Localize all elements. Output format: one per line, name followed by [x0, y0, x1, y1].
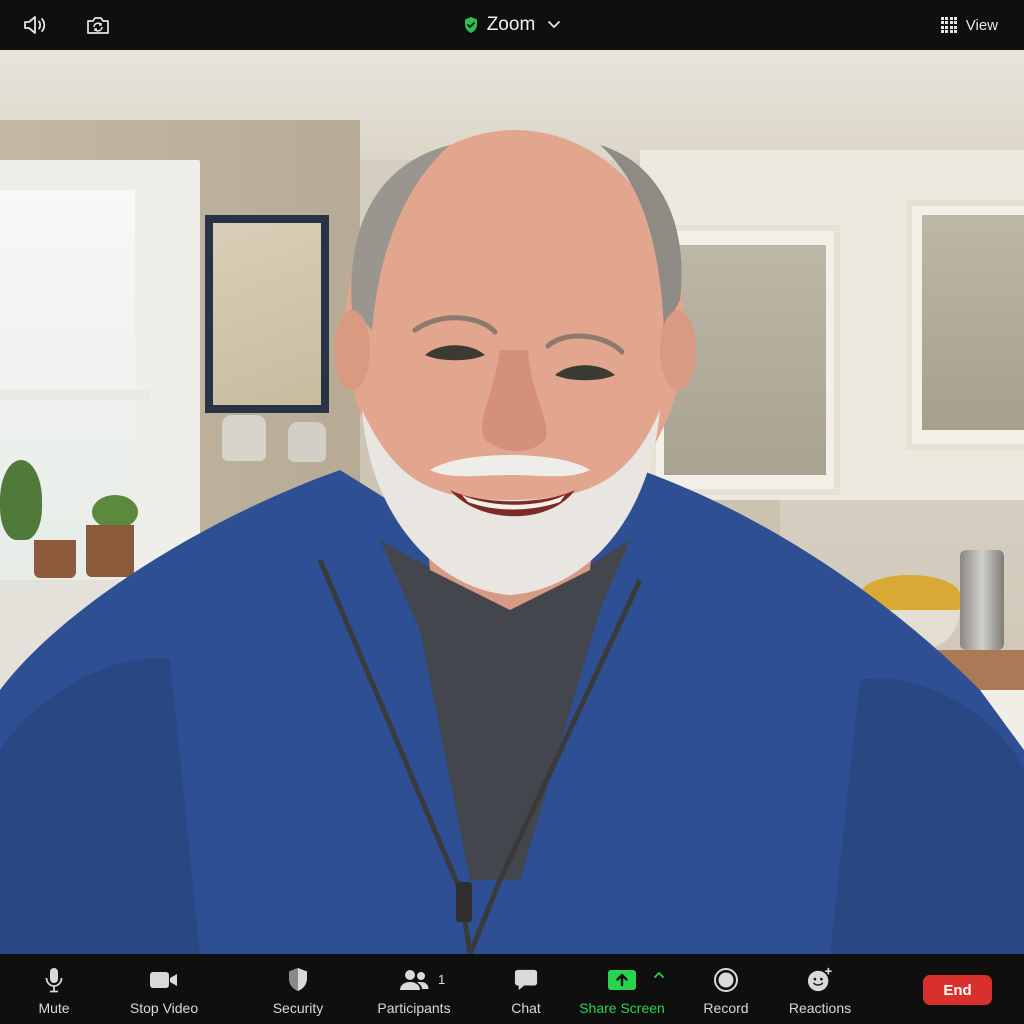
meeting-title: Zoom — [0, 0, 1024, 50]
mute-button[interactable]: Mute — [24, 954, 84, 1024]
share-screen-label: Share Screen — [579, 1000, 665, 1016]
mute-label: Mute — [38, 1000, 70, 1016]
security-button[interactable]: Security — [268, 954, 328, 1024]
participants-icon — [400, 970, 429, 990]
shield-icon — [289, 968, 307, 991]
view-label: View — [965, 16, 998, 34]
participants-count: 1 — [438, 972, 446, 987]
end-meeting-button[interactable]: End — [923, 975, 992, 1005]
reactions-button[interactable]: Reactions — [786, 954, 854, 1024]
record-label: Record — [703, 1000, 749, 1016]
grid-view-icon — [940, 17, 957, 33]
chevron-down-icon[interactable] — [547, 20, 561, 30]
share-options-chevron-icon[interactable] — [653, 970, 665, 980]
chat-bubble-icon — [514, 969, 538, 991]
chat-label: Chat — [511, 1000, 541, 1016]
stop-video-label: Stop Video — [129, 1000, 199, 1016]
top-bar: Zoom View — [0, 0, 1024, 50]
video-feed[interactable] — [0, 50, 1024, 954]
microphone-icon — [45, 968, 63, 993]
video-camera-icon — [150, 972, 177, 988]
smiley-icon — [807, 967, 832, 992]
bottom-toolbar: Mute Stop Video Security Participants 1 … — [0, 954, 1024, 1024]
participants-label: Participants — [377, 1000, 451, 1016]
participants-button[interactable]: Participants — [372, 954, 456, 1024]
chat-button[interactable]: Chat — [500, 954, 552, 1024]
view-button[interactable]: View — [940, 0, 998, 50]
app-title[interactable]: Zoom — [487, 14, 536, 36]
camera-switch-icon[interactable] — [85, 13, 111, 37]
share-screen-icon — [608, 970, 636, 990]
speaker-icon[interactable] — [22, 13, 48, 37]
shield-check-icon — [464, 17, 477, 33]
share-screen-button[interactable]: Share Screen — [579, 954, 665, 1024]
security-label: Security — [272, 1000, 324, 1016]
stop-video-button[interactable]: Stop Video — [124, 954, 204, 1024]
record-button[interactable]: Record — [698, 954, 754, 1024]
reactions-label: Reactions — [788, 1000, 852, 1016]
participant-person — [0, 130, 1024, 954]
record-icon — [714, 968, 738, 992]
